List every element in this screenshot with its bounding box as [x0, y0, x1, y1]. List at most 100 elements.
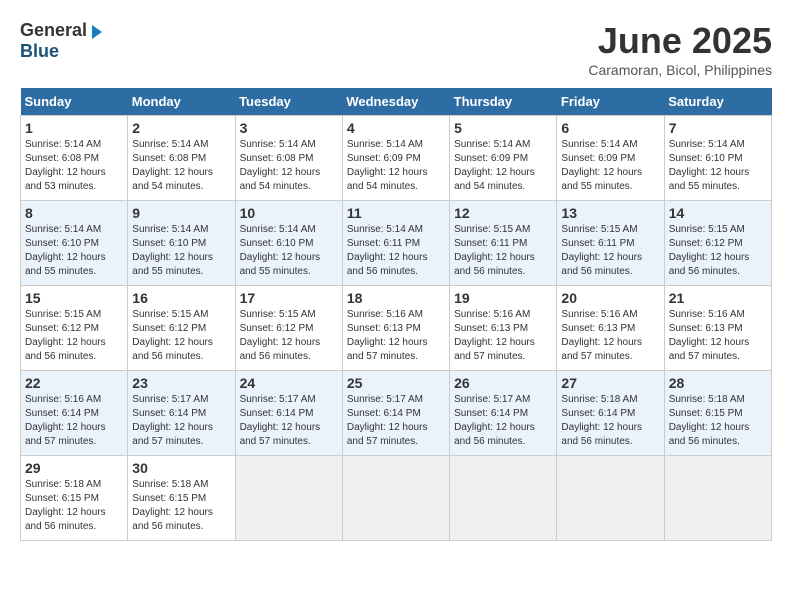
day-info: Sunrise: 5:17 AM Sunset: 6:14 PM Dayligh… — [347, 393, 445, 449]
table-cell — [557, 456, 664, 541]
table-cell: 16 Sunrise: 5:15 AM Sunset: 6:12 PM Dayl… — [128, 286, 235, 371]
table-cell: 3 Sunrise: 5:14 AM Sunset: 6:08 PM Dayli… — [235, 116, 342, 201]
day-number: 1 — [25, 120, 123, 136]
header-tuesday: Tuesday — [235, 88, 342, 116]
day-info: Sunrise: 5:17 AM Sunset: 6:14 PM Dayligh… — [132, 393, 230, 449]
day-number: 3 — [240, 120, 338, 136]
day-number: 21 — [669, 290, 767, 306]
table-cell: 30 Sunrise: 5:18 AM Sunset: 6:15 PM Dayl… — [128, 456, 235, 541]
title-area: June 2025 Caramoran, Bicol, Philippines — [588, 20, 772, 78]
table-cell: 5 Sunrise: 5:14 AM Sunset: 6:09 PM Dayli… — [450, 116, 557, 201]
table-cell: 20 Sunrise: 5:16 AM Sunset: 6:13 PM Dayl… — [557, 286, 664, 371]
table-cell — [664, 456, 771, 541]
day-info: Sunrise: 5:15 AM Sunset: 6:11 PM Dayligh… — [454, 223, 552, 279]
day-number: 20 — [561, 290, 659, 306]
day-number: 24 — [240, 375, 338, 391]
day-number: 28 — [669, 375, 767, 391]
day-number: 16 — [132, 290, 230, 306]
table-cell — [235, 456, 342, 541]
day-info: Sunrise: 5:14 AM Sunset: 6:10 PM Dayligh… — [240, 223, 338, 279]
table-cell: 17 Sunrise: 5:15 AM Sunset: 6:12 PM Dayl… — [235, 286, 342, 371]
table-cell — [342, 456, 449, 541]
logo-blue: Blue — [20, 41, 59, 62]
table-cell: 26 Sunrise: 5:17 AM Sunset: 6:14 PM Dayl… — [450, 371, 557, 456]
day-info: Sunrise: 5:17 AM Sunset: 6:14 PM Dayligh… — [454, 393, 552, 449]
table-cell: 6 Sunrise: 5:14 AM Sunset: 6:09 PM Dayli… — [557, 116, 664, 201]
day-number: 7 — [669, 120, 767, 136]
table-cell: 2 Sunrise: 5:14 AM Sunset: 6:08 PM Dayli… — [128, 116, 235, 201]
day-number: 19 — [454, 290, 552, 306]
day-info: Sunrise: 5:14 AM Sunset: 6:10 PM Dayligh… — [25, 223, 123, 279]
table-cell: 29 Sunrise: 5:18 AM Sunset: 6:15 PM Dayl… — [21, 456, 128, 541]
day-number: 2 — [132, 120, 230, 136]
table-cell: 7 Sunrise: 5:14 AM Sunset: 6:10 PM Dayli… — [664, 116, 771, 201]
logo-arrow-icon — [92, 25, 102, 39]
table-cell: 1 Sunrise: 5:14 AM Sunset: 6:08 PM Dayli… — [21, 116, 128, 201]
day-info: Sunrise: 5:15 AM Sunset: 6:12 PM Dayligh… — [669, 223, 767, 279]
day-number: 18 — [347, 290, 445, 306]
table-cell — [450, 456, 557, 541]
day-info: Sunrise: 5:14 AM Sunset: 6:09 PM Dayligh… — [347, 138, 445, 194]
day-number: 11 — [347, 205, 445, 221]
calendar-header: General Blue June 2025 Caramoran, Bicol,… — [20, 20, 772, 78]
table-cell: 13 Sunrise: 5:15 AM Sunset: 6:11 PM Dayl… — [557, 201, 664, 286]
day-number: 14 — [669, 205, 767, 221]
table-cell: 14 Sunrise: 5:15 AM Sunset: 6:12 PM Dayl… — [664, 201, 771, 286]
day-info: Sunrise: 5:14 AM Sunset: 6:10 PM Dayligh… — [132, 223, 230, 279]
table-cell: 11 Sunrise: 5:14 AM Sunset: 6:11 PM Dayl… — [342, 201, 449, 286]
day-info: Sunrise: 5:15 AM Sunset: 6:12 PM Dayligh… — [240, 308, 338, 364]
table-cell: 23 Sunrise: 5:17 AM Sunset: 6:14 PM Dayl… — [128, 371, 235, 456]
calendar-table: Sunday Monday Tuesday Wednesday Thursday… — [20, 88, 772, 541]
location-title: Caramoran, Bicol, Philippines — [588, 62, 772, 78]
month-title: June 2025 — [588, 20, 772, 62]
day-number: 6 — [561, 120, 659, 136]
day-info: Sunrise: 5:14 AM Sunset: 6:08 PM Dayligh… — [25, 138, 123, 194]
table-cell: 10 Sunrise: 5:14 AM Sunset: 6:10 PM Dayl… — [235, 201, 342, 286]
day-info: Sunrise: 5:16 AM Sunset: 6:13 PM Dayligh… — [454, 308, 552, 364]
day-number: 8 — [25, 205, 123, 221]
day-number: 17 — [240, 290, 338, 306]
day-number: 12 — [454, 205, 552, 221]
logo: General Blue — [20, 20, 102, 62]
day-info: Sunrise: 5:14 AM Sunset: 6:08 PM Dayligh… — [132, 138, 230, 194]
day-info: Sunrise: 5:16 AM Sunset: 6:13 PM Dayligh… — [347, 308, 445, 364]
table-cell: 22 Sunrise: 5:16 AM Sunset: 6:14 PM Dayl… — [21, 371, 128, 456]
day-info: Sunrise: 5:14 AM Sunset: 6:08 PM Dayligh… — [240, 138, 338, 194]
table-cell: 28 Sunrise: 5:18 AM Sunset: 6:15 PM Dayl… — [664, 371, 771, 456]
day-number: 10 — [240, 205, 338, 221]
day-info: Sunrise: 5:18 AM Sunset: 6:15 PM Dayligh… — [25, 478, 123, 534]
table-cell: 15 Sunrise: 5:15 AM Sunset: 6:12 PM Dayl… — [21, 286, 128, 371]
day-info: Sunrise: 5:18 AM Sunset: 6:15 PM Dayligh… — [669, 393, 767, 449]
table-cell: 19 Sunrise: 5:16 AM Sunset: 6:13 PM Dayl… — [450, 286, 557, 371]
header-saturday: Saturday — [664, 88, 771, 116]
day-number: 9 — [132, 205, 230, 221]
day-number: 13 — [561, 205, 659, 221]
day-number: 15 — [25, 290, 123, 306]
day-info: Sunrise: 5:17 AM Sunset: 6:14 PM Dayligh… — [240, 393, 338, 449]
day-info: Sunrise: 5:14 AM Sunset: 6:10 PM Dayligh… — [669, 138, 767, 194]
table-cell: 12 Sunrise: 5:15 AM Sunset: 6:11 PM Dayl… — [450, 201, 557, 286]
header-thursday: Thursday — [450, 88, 557, 116]
table-cell: 4 Sunrise: 5:14 AM Sunset: 6:09 PM Dayli… — [342, 116, 449, 201]
day-number: 5 — [454, 120, 552, 136]
header-friday: Friday — [557, 88, 664, 116]
table-cell: 27 Sunrise: 5:18 AM Sunset: 6:14 PM Dayl… — [557, 371, 664, 456]
day-info: Sunrise: 5:16 AM Sunset: 6:13 PM Dayligh… — [561, 308, 659, 364]
day-info: Sunrise: 5:18 AM Sunset: 6:15 PM Dayligh… — [132, 478, 230, 534]
table-cell: 9 Sunrise: 5:14 AM Sunset: 6:10 PM Dayli… — [128, 201, 235, 286]
day-info: Sunrise: 5:16 AM Sunset: 6:13 PM Dayligh… — [669, 308, 767, 364]
day-number: 29 — [25, 460, 123, 476]
day-info: Sunrise: 5:15 AM Sunset: 6:12 PM Dayligh… — [132, 308, 230, 364]
day-info: Sunrise: 5:15 AM Sunset: 6:11 PM Dayligh… — [561, 223, 659, 279]
day-number: 27 — [561, 375, 659, 391]
table-cell: 25 Sunrise: 5:17 AM Sunset: 6:14 PM Dayl… — [342, 371, 449, 456]
day-number: 22 — [25, 375, 123, 391]
day-info: Sunrise: 5:14 AM Sunset: 6:11 PM Dayligh… — [347, 223, 445, 279]
day-info: Sunrise: 5:14 AM Sunset: 6:09 PM Dayligh… — [561, 138, 659, 194]
day-info: Sunrise: 5:18 AM Sunset: 6:14 PM Dayligh… — [561, 393, 659, 449]
table-cell: 24 Sunrise: 5:17 AM Sunset: 6:14 PM Dayl… — [235, 371, 342, 456]
header-wednesday: Wednesday — [342, 88, 449, 116]
logo-general: General — [20, 20, 87, 41]
day-number: 4 — [347, 120, 445, 136]
day-info: Sunrise: 5:15 AM Sunset: 6:12 PM Dayligh… — [25, 308, 123, 364]
